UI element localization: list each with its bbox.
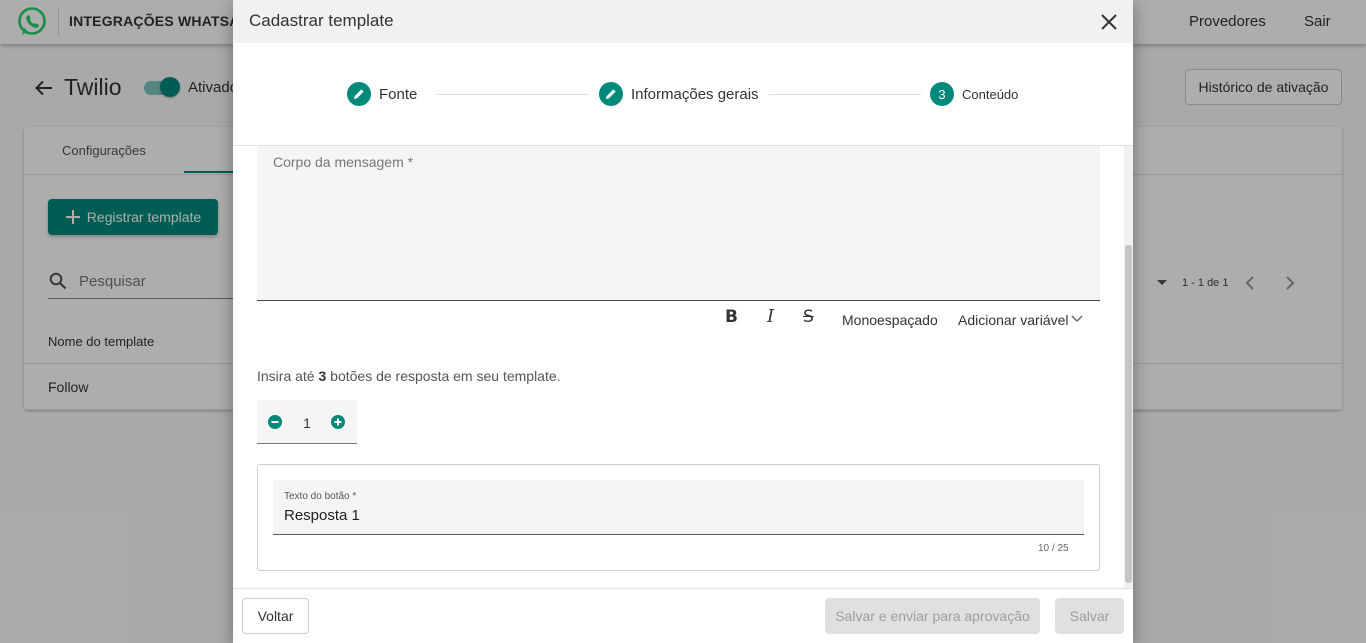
bold-button[interactable]: B xyxy=(725,307,738,327)
add-variable-dropdown[interactable]: Adicionar variável xyxy=(958,312,1069,328)
dialog-scrollbar-thumb[interactable] xyxy=(1125,245,1132,583)
step-conteudo-number[interactable]: 3 xyxy=(930,82,954,106)
button-text-counter: 10 / 25 xyxy=(1038,543,1069,554)
minus-circle-icon[interactable] xyxy=(268,415,282,429)
save-and-submit-button[interactable]: Salvar e enviar para aprovação xyxy=(825,598,1040,634)
step-fonte-pencil-icon[interactable] xyxy=(347,82,371,106)
chevron-down-icon[interactable] xyxy=(1071,315,1083,323)
register-template-dialog: Cadastrar template Fonte Informações ger… xyxy=(233,0,1133,643)
step-conteudo-label[interactable]: Conteúdo xyxy=(962,87,1018,102)
italic-button[interactable]: I xyxy=(767,306,774,327)
reply-button-card: Texto do botão * Resposta 1 10 / 25 xyxy=(257,464,1100,571)
button-text-input[interactable]: Texto do botão * Resposta 1 xyxy=(273,480,1084,535)
back-button[interactable]: Voltar xyxy=(242,598,309,634)
strikethrough-button[interactable]: S xyxy=(803,307,814,327)
reply-buttons-hint: Insira até 3 botões de resposta em seu t… xyxy=(257,368,561,384)
button-count-value: 1 xyxy=(303,415,311,431)
footer-divider xyxy=(233,588,1133,589)
button-text-value[interactable]: Resposta 1 xyxy=(284,507,360,524)
monospace-button[interactable]: Monoespaçado xyxy=(842,312,938,328)
step-informacoes-gerais-label[interactable]: Informações gerais xyxy=(631,86,759,103)
plus-circle-icon[interactable] xyxy=(331,415,345,429)
step-fonte-label[interactable]: Fonte xyxy=(379,86,417,103)
step-connector xyxy=(437,94,589,95)
button-text-label: Texto do botão * xyxy=(284,491,357,502)
button-count-stepper: 1 xyxy=(257,400,357,444)
close-icon[interactable] xyxy=(1099,12,1119,32)
save-button[interactable]: Salvar xyxy=(1055,598,1124,634)
message-body-textarea[interactable]: Corpo da mensagem * xyxy=(257,146,1100,301)
step-info-pencil-icon[interactable] xyxy=(599,82,623,106)
dialog-header: Cadastrar template xyxy=(233,0,1133,43)
step-connector xyxy=(769,94,921,95)
dialog-title: Cadastrar template xyxy=(249,11,394,30)
message-body-label: Corpo da mensagem * xyxy=(273,154,414,170)
